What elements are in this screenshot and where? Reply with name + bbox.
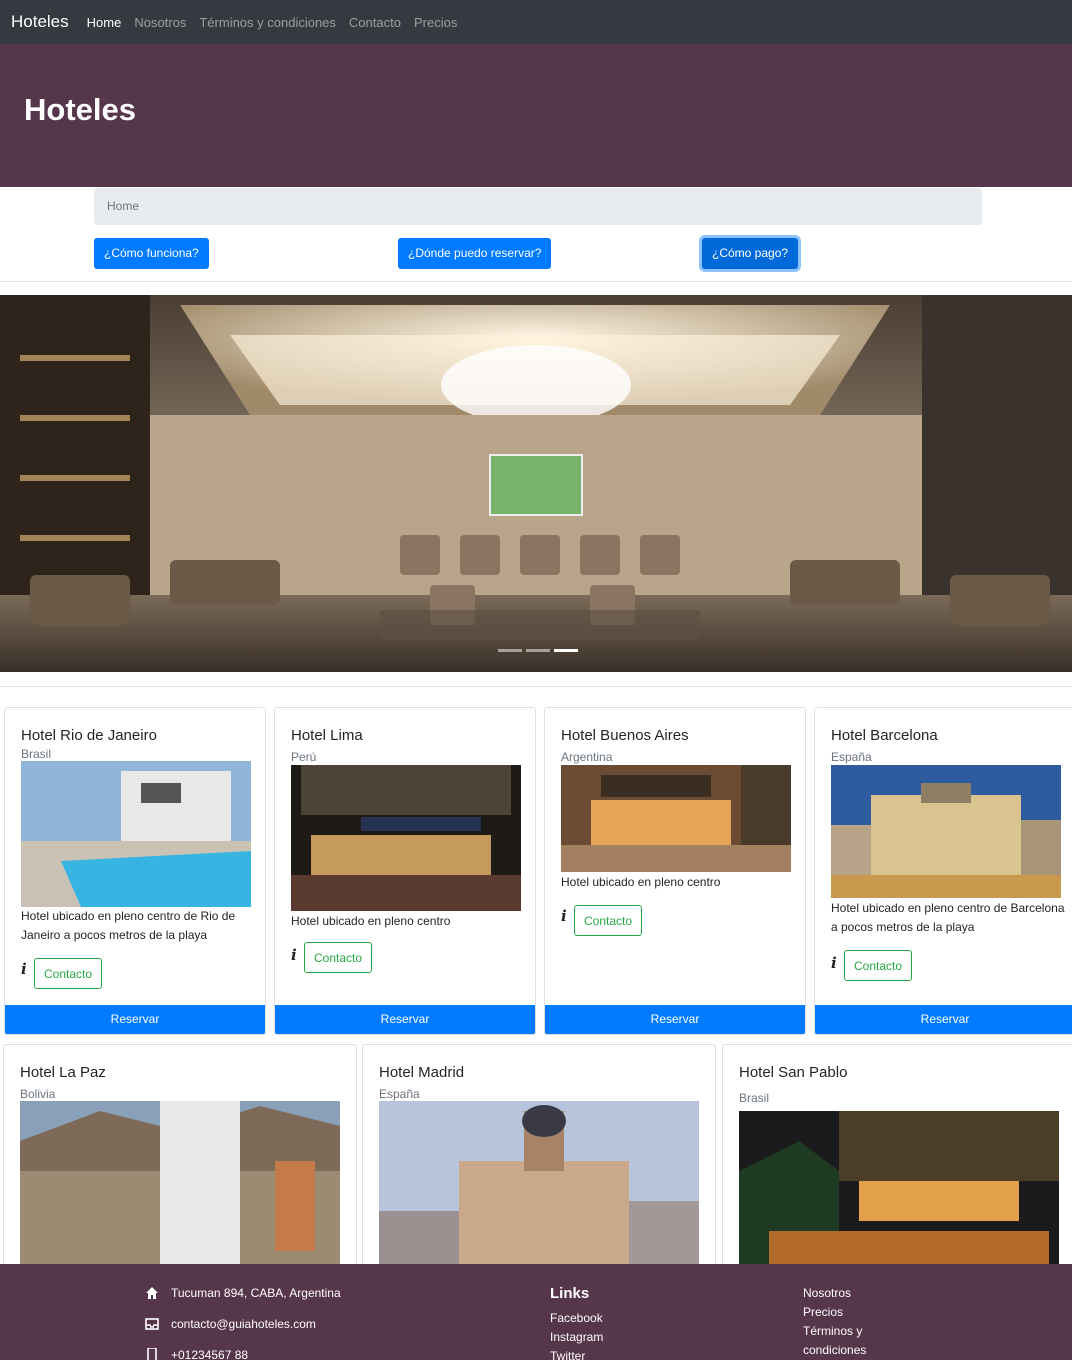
nav-link-home[interactable]: Home (87, 15, 122, 30)
how-to-pay-button[interactable]: ¿Cómo pago? (702, 238, 799, 269)
hotel-country: Perú (291, 750, 317, 764)
page-title: Hoteles (24, 92, 136, 127)
hotel-image (21, 761, 251, 907)
how-it-works-button[interactable]: ¿Cómo funciona? (94, 238, 209, 269)
breadcrumb-item-home[interactable]: Home (107, 199, 139, 213)
hotel-card-barcelona: Hotel Barcelona España Hotel ubicado en … (814, 707, 1072, 1035)
divider (0, 686, 1072, 687)
footer-phone: +01234567 88 (145, 1348, 248, 1360)
hotel-image (379, 1101, 699, 1271)
navbar: Hoteles Home Nosotros Términos y condici… (0, 0, 1072, 44)
contact-button[interactable]: Contacto (304, 942, 373, 973)
hotel-image (20, 1101, 340, 1271)
contact-button[interactable]: Contacto (574, 905, 643, 936)
hotel-card-buenos-aires: Hotel Buenos Aires Argentina Hotel ubica… (544, 707, 806, 1035)
page-header: Hoteles (0, 44, 1072, 187)
footer-link-twitter[interactable]: Twitter (550, 1349, 585, 1360)
nav-link-nosotros[interactable]: Nosotros (134, 15, 186, 30)
footer-email-text[interactable]: contacto@guiahoteles.com (171, 1317, 316, 1331)
footer-link-facebook[interactable]: Facebook (550, 1311, 603, 1325)
footer-nav-precios[interactable]: Precios (803, 1303, 843, 1322)
footer-nav-nosotros[interactable]: Nosotros (803, 1284, 851, 1303)
footer-link-instagram[interactable]: Instagram (550, 1330, 603, 1344)
navbar-brand[interactable]: Hoteles (11, 12, 69, 32)
hotel-description: Hotel ubicado en pleno centro de Barcelo… (831, 901, 1065, 934)
reserve-button[interactable]: Reservar (815, 1005, 1072, 1034)
hotel-country: Brasil (739, 1091, 770, 1105)
home-icon (146, 1287, 158, 1299)
inbox-icon (145, 1318, 159, 1330)
hotel-country: España (379, 1087, 420, 1101)
info-icon: i (291, 946, 297, 964)
carousel-indicator-1[interactable] (498, 649, 522, 652)
nav-link-contacto[interactable]: Contacto (349, 15, 401, 30)
hotel-image (291, 765, 521, 911)
footer-address-text: Tucuman 894, CABA, Argentina (171, 1286, 341, 1300)
carousel-slide-image (0, 295, 1072, 672)
carousel-indicator-2[interactable] (526, 649, 550, 652)
nav-link-precios[interactable]: Precios (414, 15, 457, 30)
nav-link-terminos[interactable]: Términos y condiciones (199, 15, 336, 30)
contact-button[interactable]: Contacto (34, 958, 103, 989)
hotel-image (739, 1111, 1059, 1271)
reserve-button[interactable]: Reservar (275, 1005, 535, 1034)
hotel-name: Hotel La Paz (20, 1064, 106, 1081)
hotel-carousel[interactable]: ‹ › (0, 295, 1072, 672)
footer-nav-terminos[interactable]: Términos y condiciones (803, 1322, 893, 1360)
hotel-country: Argentina (561, 750, 613, 764)
hotel-description: Hotel ubicado en pleno centro de Rio de … (21, 909, 236, 942)
hotel-name: Hotel Rio de Janeiro (21, 727, 157, 744)
footer: Tucuman 894, CABA, Argentina contacto@gu… (0, 1264, 1072, 1360)
hotel-country: Brasil (21, 747, 52, 761)
contact-button[interactable]: Contacto (844, 950, 913, 981)
hotel-card-madrid: Hotel Madrid España (362, 1044, 716, 1284)
hotel-country: España (831, 750, 872, 764)
phone-icon (147, 1348, 157, 1360)
hotel-name: Hotel San Pablo (739, 1064, 848, 1081)
where-to-book-button[interactable]: ¿Dónde puedo reservar? (398, 238, 552, 269)
info-icon: i (21, 960, 27, 978)
hotel-name: Hotel Buenos Aires (561, 727, 689, 744)
hotel-description: Hotel ubicado en pleno centro (291, 914, 451, 928)
footer-address: Tucuman 894, CABA, Argentina (145, 1286, 341, 1300)
hotel-card-lima: Hotel Lima Perú Hotel ubicado en pleno c… (274, 707, 536, 1035)
hotel-name: Hotel Barcelona (831, 727, 938, 744)
info-icon: i (831, 954, 837, 972)
hotel-card-san-pablo: Hotel San Pablo Brasil (722, 1044, 1072, 1284)
hotel-description: Hotel ubicado en pleno centro (561, 875, 721, 889)
footer-links-title: Links (550, 1285, 590, 1302)
info-icon: i (561, 907, 567, 925)
hotel-card-la-paz: Hotel La Paz Bolivia (3, 1044, 357, 1284)
hotel-name: Hotel Madrid (379, 1064, 465, 1081)
hotel-name: Hotel Lima (291, 727, 363, 744)
hotel-image (561, 765, 791, 872)
breadcrumb: Home (94, 188, 982, 225)
divider (0, 281, 1072, 282)
reserve-button[interactable]: Reservar (5, 1005, 265, 1034)
carousel-indicator-3[interactable] (554, 649, 578, 652)
hotel-country: Bolivia (20, 1087, 56, 1101)
reserve-button[interactable]: Reservar (545, 1005, 805, 1034)
hotel-image (831, 765, 1061, 898)
footer-phone-text: +01234567 88 (171, 1348, 249, 1360)
hotel-card-rio: Hotel Rio de Janeiro Brasil Hotel ubicad… (4, 707, 266, 1035)
footer-email: contacto@guiahoteles.com (145, 1317, 316, 1331)
